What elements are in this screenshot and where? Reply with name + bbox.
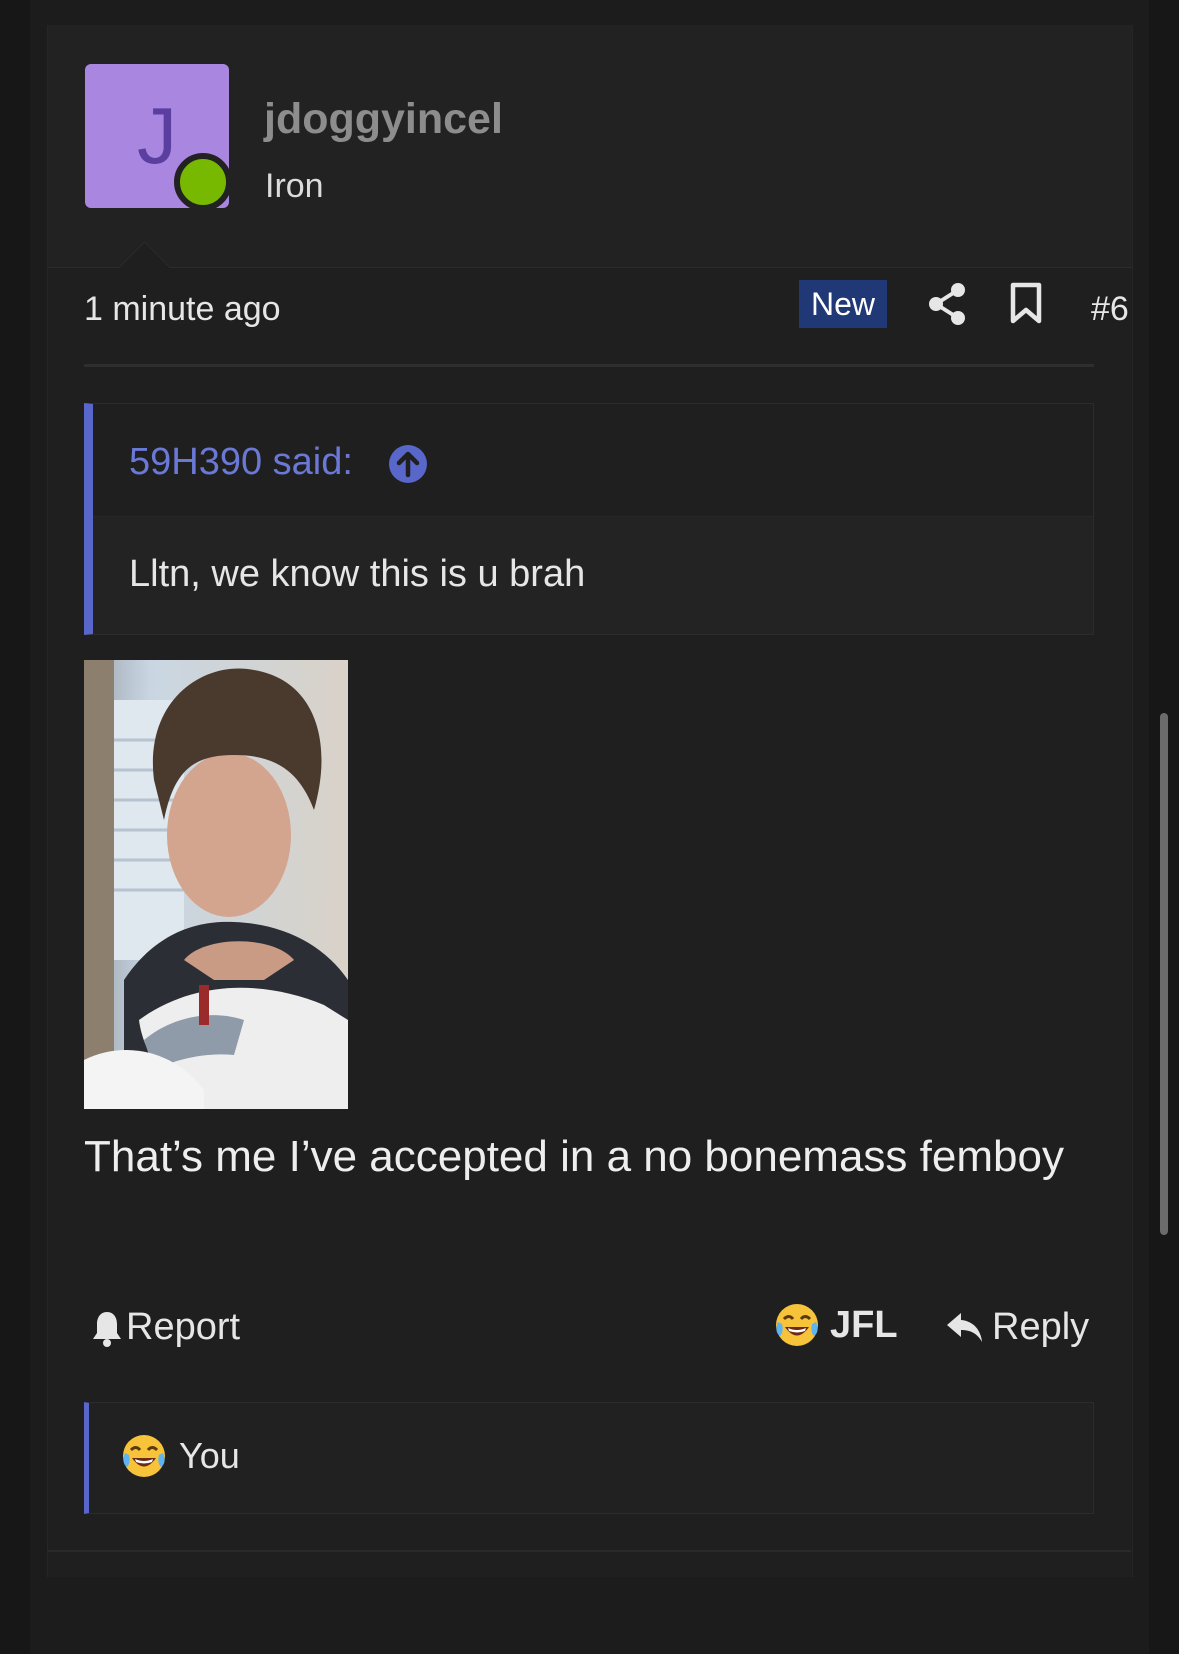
attached-photo[interactable] [84, 660, 348, 1109]
new-badge: New [799, 280, 888, 328]
reactions-summary-label: You [179, 1435, 240, 1476]
reactions-summary[interactable]: You [121, 1433, 240, 1479]
post-meta-row: 1 minute ago New #6 [84, 280, 1129, 340]
jfl-label: JFL [830, 1303, 898, 1346]
photo-drawing [84, 660, 348, 1109]
quote-block: 59H390 said: Lltn, we know this is u bra… [84, 403, 1094, 635]
reply-arrow-icon [947, 1312, 982, 1342]
post-timestamp[interactable]: 1 minute ago [84, 290, 281, 329]
reply-label: Reply [992, 1306, 1090, 1348]
laughing-crying-emoji-icon [123, 1435, 165, 1477]
jfl-reaction-button[interactable]: JFL [774, 1302, 898, 1348]
bell-icon [93, 1311, 121, 1347]
report-label: Report [126, 1306, 241, 1348]
reply-button[interactable]: Reply [946, 1306, 1089, 1349]
laughing-crying-emoji-icon [776, 1304, 818, 1346]
bookmark-icon[interactable] [1009, 282, 1043, 324]
post-number-link[interactable]: #6 [1091, 290, 1129, 329]
post-body-text: That’s me I’ve accepted in a no bonemass… [84, 1132, 1064, 1181]
post-bottom-divider [47, 1550, 1131, 1552]
arrow-up-circle-icon[interactable] [388, 444, 428, 484]
share-icon[interactable] [927, 282, 967, 326]
quote-header: 59H390 said: [93, 404, 1093, 517]
quote-text: Lltn, we know this is u brah [129, 553, 586, 595]
scrollbar-thumb[interactable] [1160, 713, 1168, 1235]
post-actions-row: Report JFL Reply [84, 1300, 1094, 1360]
quote-author-link[interactable]: 59H390 said: [129, 441, 353, 484]
reactions-summary-bar: You [84, 1402, 1094, 1514]
quote-body: Lltn, we know this is u brah [93, 517, 1093, 634]
report-button[interactable]: Report [92, 1306, 240, 1349]
meta-divider [84, 364, 1094, 367]
